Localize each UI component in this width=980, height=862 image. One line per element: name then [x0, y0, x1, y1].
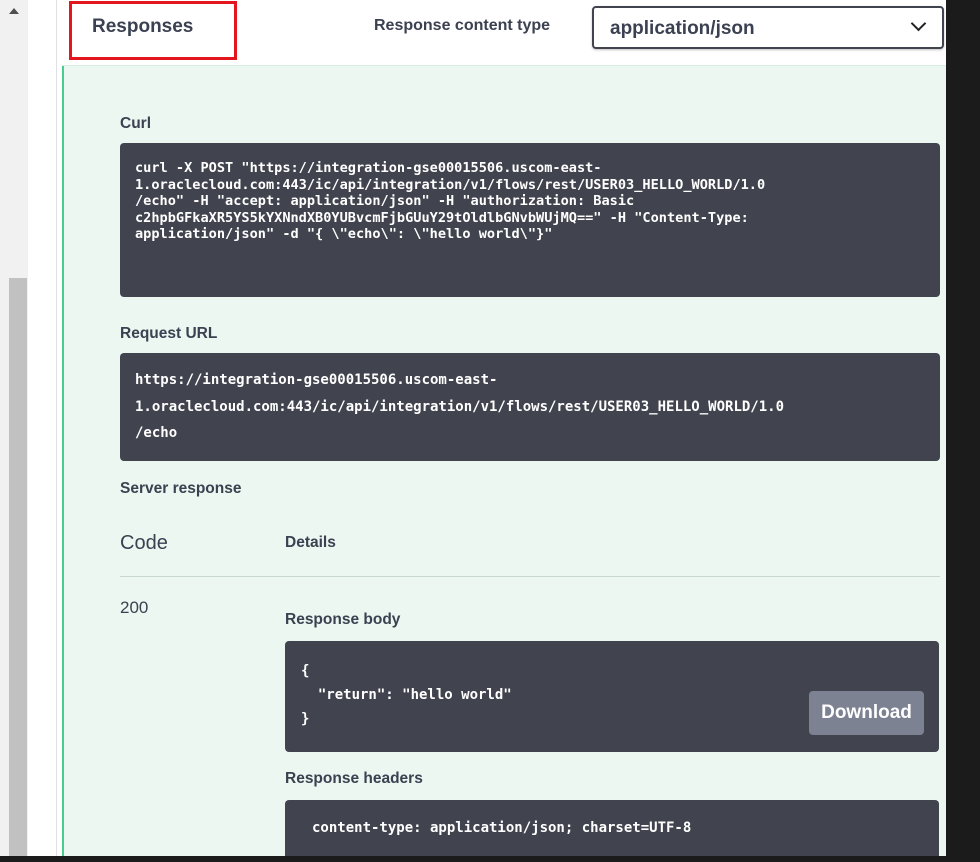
highlight-annotation-box — [69, 1, 237, 60]
response-content-type-value: application/json — [610, 18, 755, 39]
vertical-scrollbar[interactable] — [0, 0, 28, 856]
curl-code-block[interactable]: curl -X POST "https://integration-gse000… — [120, 143, 940, 297]
responses-panel: Curl curl -X POST "https://integration-g… — [62, 66, 946, 862]
response-headers-content: content-type: application/json; charset=… — [312, 820, 692, 836]
response-status-code: 200 — [120, 598, 149, 617]
indent-line — [56, 0, 57, 856]
response-content-type-select[interactable]: application/json — [592, 6, 944, 49]
curl-command: curl -X POST "https://integration-gse000… — [135, 160, 766, 242]
scroll-up-arrow-icon[interactable] — [9, 8, 19, 14]
request-url-label: Request URL — [120, 325, 218, 342]
swagger-page: Responses Response content type applicat… — [28, 0, 946, 862]
window-border-bottom — [0, 856, 980, 862]
table-divider — [120, 576, 940, 577]
response-headers-block[interactable]: content-type: application/json; charset=… — [285, 800, 939, 862]
code-column-header: Code — [120, 532, 168, 554]
chevron-down-icon — [910, 15, 927, 32]
response-body-label: Response body — [285, 611, 401, 628]
response-headers-label: Response headers — [285, 770, 423, 787]
server-response-label: Server response — [120, 480, 242, 497]
response-content-type-label: Response content type — [374, 17, 551, 34]
download-button[interactable]: Download — [809, 691, 924, 735]
curl-label: Curl — [120, 115, 151, 132]
scroll-thumb[interactable] — [9, 278, 27, 856]
response-body-block[interactable]: { "return": "hello world" } Download — [285, 641, 939, 752]
request-url-value: https://integration-gse00015506.uscom-ea… — [135, 372, 785, 441]
window-border-right — [946, 0, 980, 862]
request-url-block[interactable]: https://integration-gse00015506.uscom-ea… — [120, 353, 940, 461]
details-column-header: Details — [285, 534, 336, 551]
